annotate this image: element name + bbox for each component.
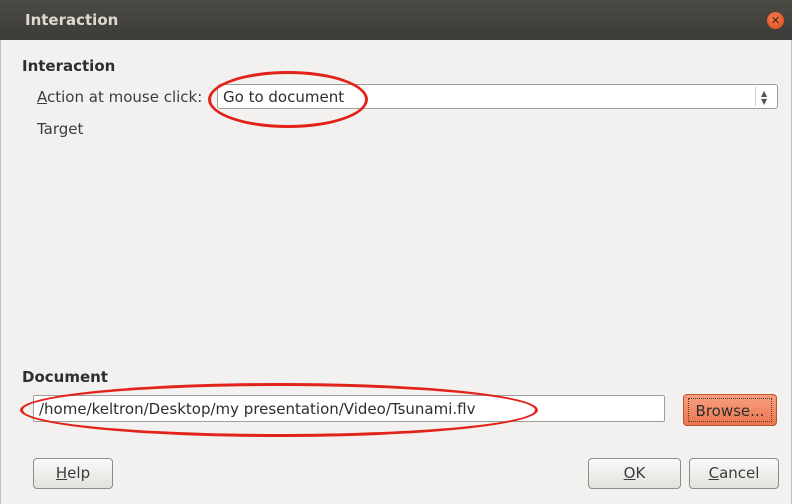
window-border-left <box>0 40 1 504</box>
title-bar[interactable]: Interaction ✕ <box>0 0 792 40</box>
browse-button-label: Browse... <box>688 398 772 422</box>
action-select[interactable]: Go to document ▲ ▼ <box>217 84 778 109</box>
ok-accesskey: O <box>623 464 636 482</box>
interaction-heading: Interaction <box>22 57 116 75</box>
action-label-accesskey: A <box>37 88 47 106</box>
window-title: Interaction <box>25 11 119 29</box>
browse-button[interactable]: Browse... <box>683 394 777 426</box>
cancel-accesskey: C <box>708 464 720 482</box>
close-icon[interactable]: ✕ <box>767 12 784 29</box>
document-heading: Document <box>22 368 108 386</box>
document-path-value: /home/keltron/Desktop/my presentation/Vi… <box>39 400 476 418</box>
cancel-button[interactable]: Cancel <box>689 458 779 489</box>
help-label: elp <box>67 464 91 482</box>
help-button[interactable]: Help <box>33 458 113 489</box>
help-accesskey: H <box>55 464 68 482</box>
document-path-input[interactable]: /home/keltron/Desktop/my presentation/Vi… <box>33 395 665 422</box>
chevron-down-icon: ▼ <box>761 97 768 106</box>
cancel-label: ancel <box>719 464 760 482</box>
ok-button[interactable]: OK <box>588 458 681 489</box>
target-label: Target <box>37 120 84 138</box>
close-glyph: ✕ <box>770 14 781 27</box>
action-label-text: ction at mouse click: <box>47 88 203 106</box>
action-label: Action at mouse click: <box>37 88 202 106</box>
spinner-icon[interactable]: ▲ ▼ <box>755 87 774 106</box>
ok-label: K <box>635 464 646 482</box>
action-select-value: Go to document <box>223 88 345 106</box>
